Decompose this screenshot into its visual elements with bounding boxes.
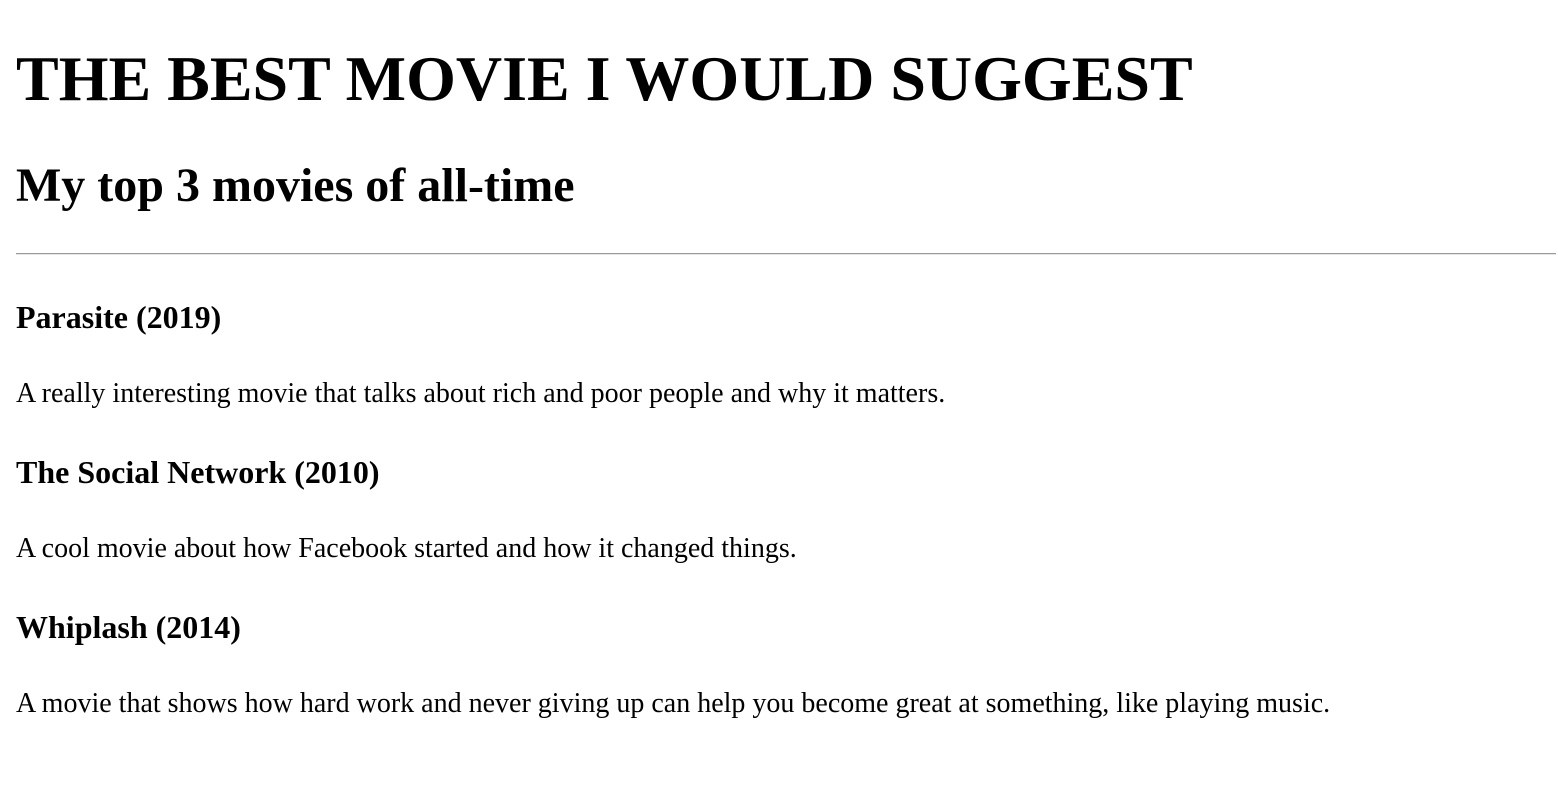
movie-description-whiplash: A movie that shows how hard work and nev…	[16, 688, 1331, 719]
movie-title-whiplash: Whiplash (2014)	[16, 609, 241, 645]
movie-description-parasite: A really interesting movie that talks ab…	[16, 378, 946, 409]
divider	[16, 253, 1556, 255]
page-subtitle: My top 3 movies of all-time	[16, 159, 575, 212]
page-title: THE BEST MOVIE I WOULD SUGGEST	[16, 43, 1193, 114]
movie-description-social-network: A cool movie about how Facebook started …	[16, 533, 797, 564]
movie-title-social-network: The Social Network (2010)	[16, 454, 380, 490]
movie-title-parasite: Parasite (2019)	[16, 299, 222, 335]
